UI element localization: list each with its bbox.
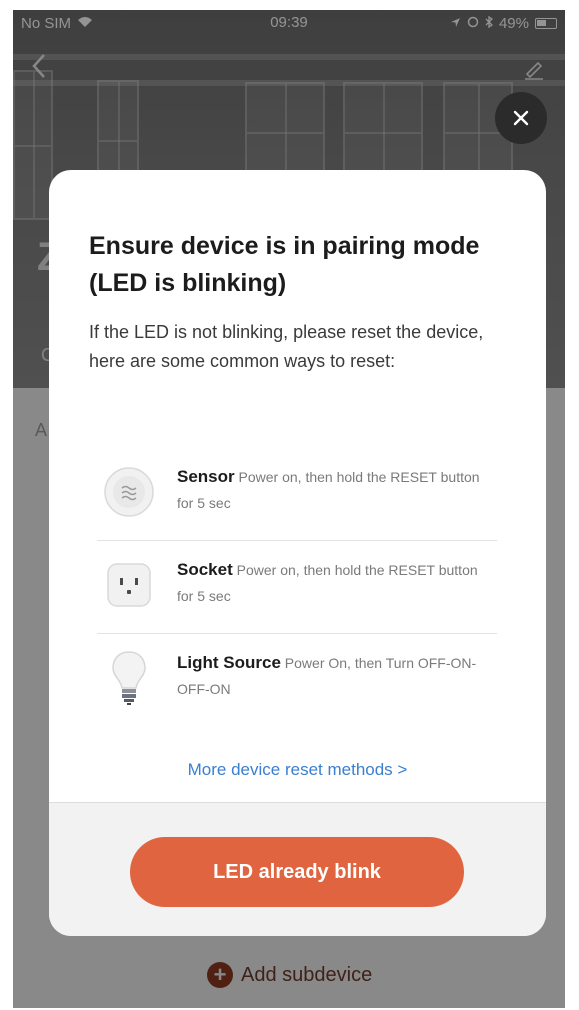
led-already-blink-button[interactable]: LED already blink [130, 837, 464, 907]
close-icon [513, 110, 529, 126]
method-name: Sensor [177, 467, 235, 486]
method-name: Light Source [177, 653, 281, 672]
more-reset-methods-link[interactable]: More device reset methods > [49, 760, 546, 780]
dialog-title: Ensure device is in pairing mode (LED is… [89, 232, 480, 297]
dialog-footer: LED already blink [49, 802, 546, 936]
reset-method-sensor: Sensor Power on, then hold the RESET but… [97, 448, 497, 541]
pairing-mode-dialog: Ensure device is in pairing mode (LED is… [49, 170, 546, 936]
method-name: Socket [177, 560, 233, 579]
socket-icon [97, 555, 161, 615]
light-bulb-icon [97, 648, 161, 708]
reset-methods-list: Sensor Power on, then hold the RESET but… [97, 448, 497, 727]
sensor-icon [97, 462, 161, 522]
phone-screen: Z C A No SIM 09:39 49% + Add sub [13, 10, 565, 1008]
reset-method-socket: Socket Power on, then hold the RESET but… [97, 541, 497, 634]
close-modal-button[interactable] [495, 92, 547, 144]
reset-method-light-source: Light Source Power On, then Turn OFF-ON-… [97, 634, 497, 727]
dialog-description: If the LED is not blinking, please reset… [89, 322, 484, 371]
